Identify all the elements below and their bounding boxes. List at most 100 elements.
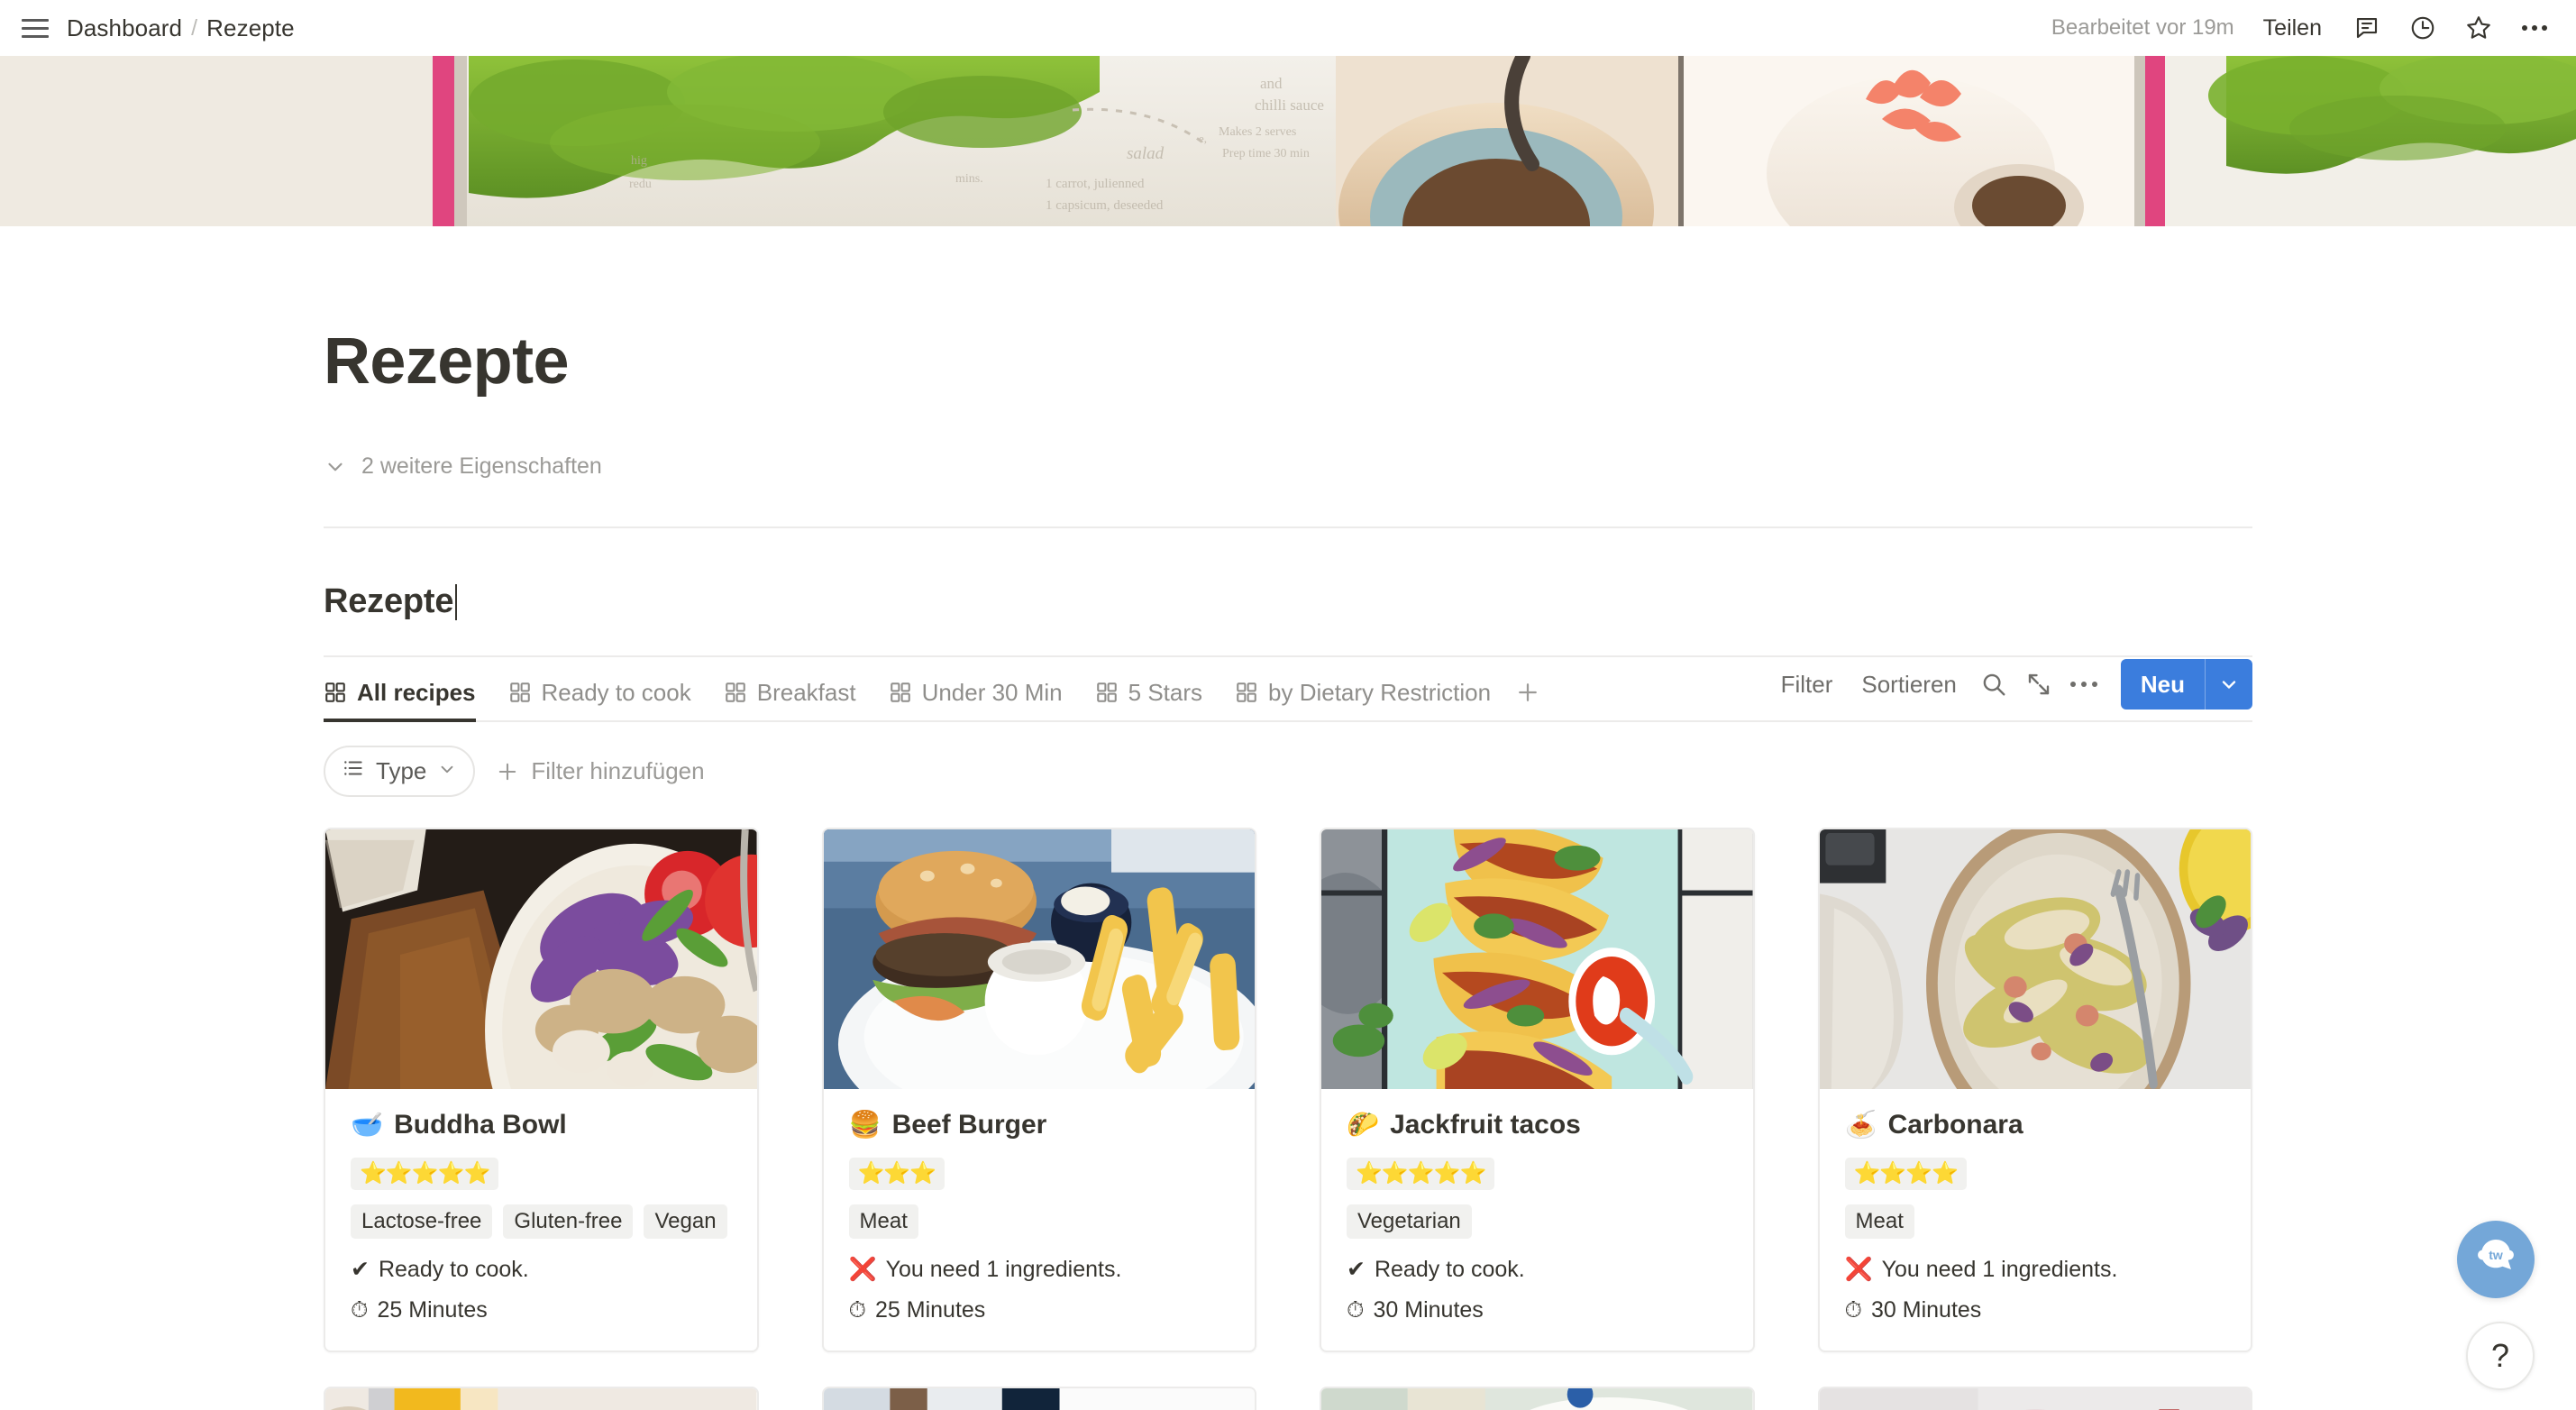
recipe-card-beef-burger[interactable]: 🍔 Beef Burger ⭐⭐⭐ Meat ❌ You need 1 ingr… (821, 828, 1256, 1352)
add-view-button[interactable] (1507, 657, 1548, 720)
recipe-emoji: 🥣 (351, 1110, 384, 1140)
add-filter-label: Filter hinzufügen (531, 757, 705, 784)
help-label: ? (2490, 1337, 2510, 1374)
add-filter-button[interactable]: Filter hinzufügen (491, 752, 708, 791)
recipe-card-partial[interactable] (1817, 1386, 2252, 1410)
recipe-card-partial[interactable] (324, 1386, 759, 1410)
tag-list: Meat (848, 1204, 1230, 1239)
tab-breakfast[interactable]: Breakfast (708, 657, 872, 720)
timer-icon: ⏱ (848, 1296, 867, 1323)
database-title[interactable]: Rezepte (324, 582, 2252, 621)
status-text: Ready to cook. (378, 1256, 529, 1282)
svg-text:1 carrot, julienned: 1 carrot, julienned (1046, 177, 1145, 191)
database-toolbar: Filter Sortieren Neu (1767, 659, 2252, 720)
recipe-image (1819, 1387, 2251, 1410)
recipe-card-buddha-bowl[interactable]: 🥣 Buddha Bowl ⭐⭐⭐⭐⭐ Lactose-free Gluten-… (324, 828, 759, 1352)
recipe-title-row: 🌮 Jackfruit tacos (1347, 1109, 1728, 1141)
svg-text:1 capsicum, deseeded: 1 capsicum, deseeded (1046, 198, 1164, 213)
filter-button[interactable]: Filter (1767, 665, 1848, 704)
new-button[interactable]: Neu (2120, 659, 2252, 710)
expand-icon[interactable] (2016, 664, 2061, 705)
gallery-view-icon (508, 681, 532, 704)
recipe-image (325, 1387, 757, 1410)
chevron-down-icon (2222, 681, 2236, 689)
breadcrumb-item-rezepte[interactable]: Rezepte (206, 14, 295, 42)
section-divider (324, 526, 2252, 528)
view-tab-list: All recipes Ready to cook Breakfast Unde… (324, 657, 1548, 722)
tag-list: Vegetarian (1347, 1204, 1728, 1239)
page-cover-image: and chilli sauce e, salad Makes 2 serves… (0, 56, 2576, 226)
last-edited-label: Bearbeitet vor 19m (2051, 15, 2234, 40)
history-icon[interactable] (2407, 12, 2439, 44)
tab-label: 5 Stars (1128, 678, 1203, 706)
time-text: 25 Minutes (875, 1296, 986, 1323)
recipe-card-jackfruit-tacos[interactable]: 🌮 Jackfruit tacos ⭐⭐⭐⭐⭐ Vegetarian ✔ Rea… (1320, 828, 1755, 1352)
recipe-image (823, 1387, 1255, 1410)
svg-text:Makes 2 serves: Makes 2 serves (1219, 125, 1296, 139)
svg-text:e,: e, (1199, 132, 1207, 145)
text-cursor (455, 583, 458, 620)
recipe-card-gallery: 🥣 Buddha Bowl ⭐⭐⭐⭐⭐ Lactose-free Gluten-… (324, 828, 2252, 1387)
database-title-text: Rezepte (324, 582, 454, 620)
svg-text:hig: hig (631, 154, 647, 168)
gallery-view-icon (889, 681, 912, 704)
page-body: Rezepte 2 weitere Eigenschaften Rezepte (0, 329, 2576, 1410)
breadcrumb-item-dashboard[interactable]: Dashboard (67, 14, 182, 42)
recipe-card-carbonara[interactable]: 🍝 Carbonara ⭐⭐⭐⭐ Meat ❌ You need 1 ingre… (1817, 828, 2252, 1352)
tab-under-30-min[interactable]: Under 30 Min (872, 657, 1079, 720)
recipe-card-body: 🍝 Carbonara ⭐⭐⭐⭐ Meat ❌ You need 1 ingre… (1820, 1089, 2252, 1350)
tab-ready-to-cook[interactable]: Ready to cook (492, 657, 708, 720)
recipe-emoji: 🌮 (1347, 1110, 1380, 1140)
time-row: ⏱ 30 Minutes (1347, 1297, 1728, 1323)
tag: Gluten-free (503, 1204, 634, 1239)
recipe-card-partial[interactable] (821, 1386, 1256, 1410)
tab-by-dietary-restriction[interactable]: by Dietary Restriction (1219, 657, 1507, 720)
tag: Lactose-free (351, 1204, 493, 1239)
recipe-card-body: 🍔 Beef Burger ⭐⭐⭐ Meat ❌ You need 1 ingr… (824, 1089, 1256, 1350)
status-row: ❌ You need 1 ingredients. (1845, 1257, 2226, 1283)
help-button[interactable]: ? (2466, 1322, 2535, 1390)
new-button-label: Neu (2140, 671, 2185, 698)
recipe-card-body: 🥣 Buddha Bowl ⭐⭐⭐⭐⭐ Lactose-free Gluten-… (325, 1089, 757, 1350)
chevron-down-icon (437, 757, 457, 785)
properties-toggle-label: 2 weitere Eigenschaften (361, 453, 602, 479)
chevron-down-icon (324, 455, 347, 479)
svg-text:Prep time 30 min: Prep time 30 min (1222, 147, 1310, 160)
star-icon[interactable] (2462, 12, 2495, 44)
gallery-view-icon (1095, 681, 1119, 704)
chat-widget-button[interactable]: tw (2457, 1221, 2535, 1298)
hamburger-icon[interactable] (22, 13, 52, 43)
timer-icon: ⏱ (1347, 1296, 1365, 1323)
recipe-title-row: 🍔 Beef Burger (849, 1109, 1230, 1141)
recipe-image (1819, 829, 2251, 1089)
share-button[interactable]: Teilen (2258, 12, 2327, 45)
recipe-title: Beef Burger (891, 1110, 1047, 1140)
svg-text:mins.: mins. (955, 172, 983, 186)
more-options-icon[interactable] (2518, 12, 2551, 44)
status-text: Ready to cook. (1374, 1256, 1525, 1282)
recipe-card-partial[interactable] (1320, 1386, 1755, 1410)
new-button-dropdown[interactable] (2206, 659, 2252, 710)
rating-badge: ⭐⭐⭐⭐⭐ (351, 1158, 499, 1190)
gallery-view-icon (1235, 681, 1258, 704)
status-icon: ✔ (1347, 1256, 1366, 1282)
time-row: ⏱ 25 Minutes (849, 1297, 1230, 1323)
breadcrumb-separator: / (191, 14, 198, 41)
status-icon: ✔ (351, 1256, 370, 1282)
more-options-icon[interactable] (2061, 664, 2106, 705)
recipe-card-body: 🌮 Jackfruit tacos ⭐⭐⭐⭐⭐ Vegetarian ✔ Rea… (1321, 1089, 1753, 1350)
tab-label: by Dietary Restriction (1268, 678, 1492, 706)
properties-toggle[interactable]: 2 weitere Eigenschaften (324, 453, 602, 480)
time-text: 30 Minutes (1871, 1296, 1982, 1323)
tab-5-stars[interactable]: 5 Stars (1079, 657, 1219, 720)
top-bar: Dashboard / Rezepte Bearbeitet vor 19m T… (0, 0, 2576, 56)
time-text: 25 Minutes (377, 1296, 488, 1323)
time-row: ⏱ 25 Minutes (351, 1297, 732, 1323)
sort-button[interactable]: Sortieren (1847, 665, 1971, 704)
search-icon[interactable] (1971, 664, 2016, 705)
comment-icon[interactable] (2351, 12, 2383, 44)
filter-chip-type[interactable]: Type (324, 746, 476, 797)
recipe-title-row: 🥣 Buddha Bowl (351, 1109, 732, 1141)
tab-all-recipes[interactable]: All recipes (324, 657, 492, 722)
timer-icon: ⏱ (1844, 1296, 1863, 1323)
